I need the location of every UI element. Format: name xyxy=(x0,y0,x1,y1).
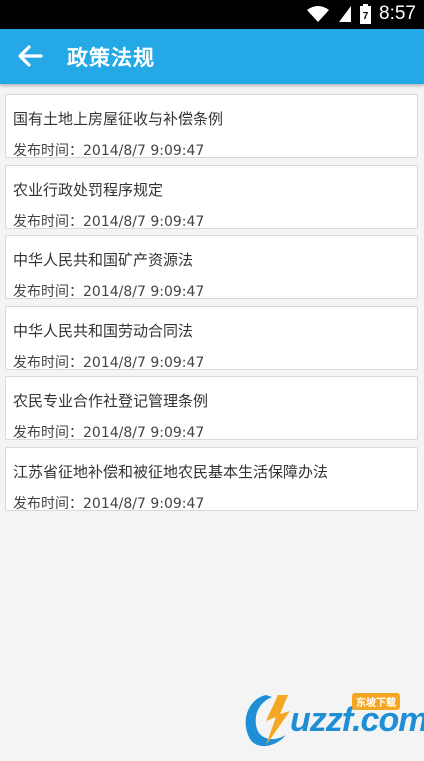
back-button[interactable] xyxy=(10,36,50,76)
item-title: 农民专业合作社登记管理条例 xyxy=(13,392,209,410)
clock: 8:57 xyxy=(379,3,416,24)
item-publish-time: 发布时间：2014/8/7 9:09:47 xyxy=(13,281,204,301)
item-title: 中华人民共和国矿产资源法 xyxy=(13,251,194,269)
publish-time-label: 发布时间： xyxy=(13,213,83,230)
item-publish-time: 发布时间：2014/8/7 9:09:47 xyxy=(13,493,204,513)
item-title: 中华人民共和国劳动合同法 xyxy=(13,321,194,340)
wifi-icon xyxy=(307,6,330,22)
publish-time-value: 2014/8/7 9:09:47 xyxy=(83,284,205,300)
item-publish-time: 发布时间：2014/8/7 9:09:47 xyxy=(13,211,204,231)
item-title: 国有土地上房屋征收与补偿条例 xyxy=(13,110,224,128)
item-publish-time: 发布时间：2014/8/7 9:09:47 xyxy=(13,140,204,160)
publish-time-label: 发布时间： xyxy=(13,495,83,512)
page-title: 政策法规 xyxy=(67,46,155,70)
status-bar: 7 8:57 xyxy=(0,0,424,29)
list-item[interactable]: 农民专业合作社登记管理条例 发布时间：2014/8/7 9:09:47 xyxy=(5,376,418,442)
battery-level: 7 xyxy=(363,11,369,22)
item-title: 农业行政处罚程序规定 xyxy=(13,180,164,199)
battery-icon: 7 xyxy=(360,4,372,24)
publish-time-value: 2014/8/7 9:09:47 xyxy=(83,143,205,159)
item-publish-time: 发布时间：2014/8/7 9:09:47 xyxy=(13,352,204,372)
publish-time-label: 发布时间： xyxy=(13,354,83,371)
list-item[interactable]: 中华人民共和国劳动合同法 发布时间：2014/8/7 9:09:47 xyxy=(5,305,418,372)
publish-time-value: 2014/8/7 9:09:47 xyxy=(83,354,205,371)
item-title: 江苏省征地补偿和被征地农民基本生活保障办法 xyxy=(13,462,329,481)
status-icons: 7 8:57 xyxy=(306,3,416,25)
list-item[interactable]: 中华人民共和国矿产资源法 发布时间：2014/8/7 9:09:47 xyxy=(5,235,418,301)
item-publish-time: 发布时间：2014/8/7 9:09:47 xyxy=(13,422,204,442)
list-item[interactable]: 江苏省征地补偿和被征地农民基本生活保障办法 发布时间：2014/8/7 9:09… xyxy=(5,446,418,513)
list-item[interactable]: 农业行政处罚程序规定 发布时间：2014/8/7 9:09:47 xyxy=(5,164,418,231)
watermark-logo: uzzf.com 东坡下载 xyxy=(236,691,424,753)
list-item[interactable]: 国有土地上房屋征收与补偿条例 发布时间：2014/8/7 9:09:47 xyxy=(5,94,418,160)
swoosh-logo-icon xyxy=(245,695,290,747)
publish-time-value: 2014/8/7 9:09:47 xyxy=(83,495,205,512)
publish-time-value: 2014/8/7 9:09:47 xyxy=(83,425,205,441)
arrow-left-icon xyxy=(18,45,43,67)
publish-time-label: 发布时间： xyxy=(13,284,83,300)
app-bar: 政策法规 xyxy=(0,29,424,84)
publish-time-label: 发布时间： xyxy=(13,425,83,441)
cellular-signal-icon xyxy=(339,6,352,22)
publish-time-value: 2014/8/7 9:09:47 xyxy=(83,213,205,230)
watermark-badge: 东坡下载 xyxy=(352,693,400,710)
policy-list: 国有土地上房屋征收与补偿条例 发布时间：2014/8/7 9:09:47 农业行… xyxy=(5,94,418,517)
publish-time-label: 发布时间： xyxy=(13,143,83,159)
